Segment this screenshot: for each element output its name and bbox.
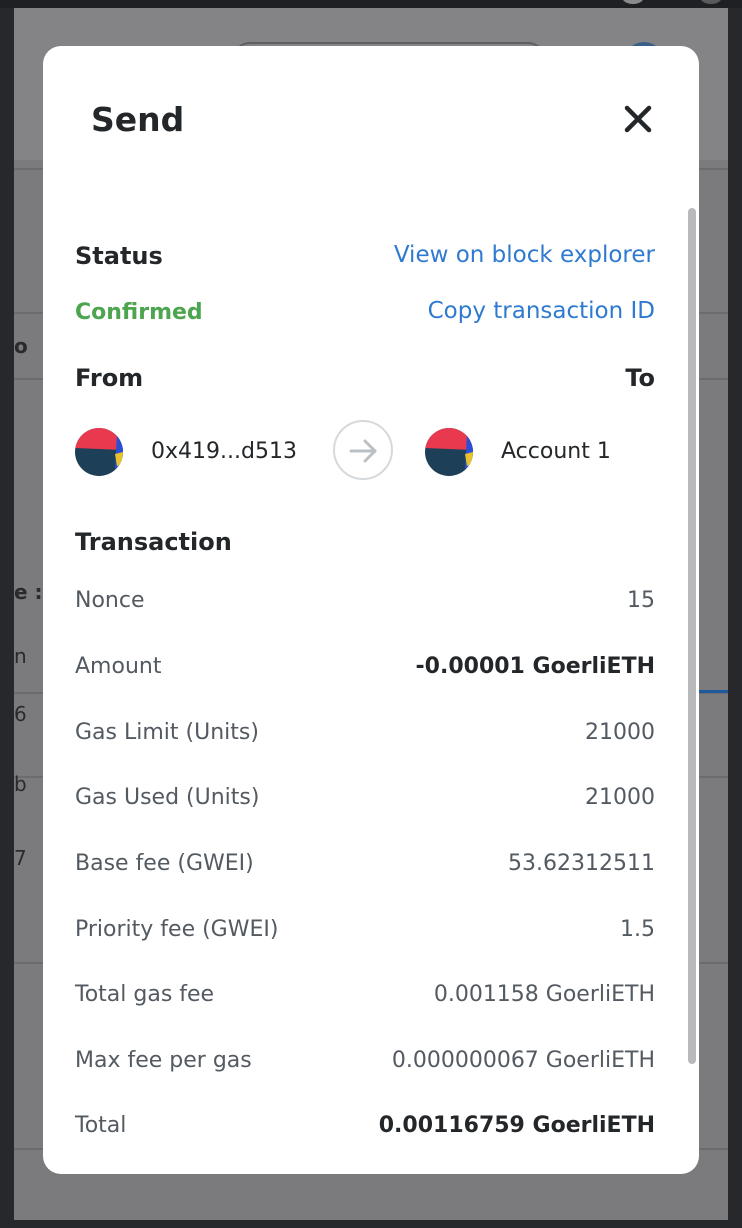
detail-key: Gas Used (Units)	[75, 785, 260, 810]
detail-value: 0.00116759 GoerliETH	[378, 1113, 655, 1138]
from-address: 0x419...d513	[151, 439, 297, 464]
detail-value: 21000	[585, 785, 655, 810]
arrow-right-icon	[333, 420, 393, 480]
background-text-fragment: 6	[14, 702, 27, 726]
modal-scrollbar[interactable]	[688, 208, 696, 1064]
detail-row-gas-limit: Gas Limit (Units) 21000	[75, 720, 655, 750]
detail-row-total: Total 0.00116759 GoerliETH	[75, 1113, 655, 1143]
detail-key: Base fee (GWEI)	[75, 851, 254, 876]
view-on-block-explorer-link[interactable]: View on block explorer	[394, 242, 655, 268]
to-account-name: Account 1	[501, 439, 611, 464]
detail-row-priority-fee: Priority fee (GWEI) 1.5	[75, 917, 655, 947]
background-text-fragment: b	[14, 772, 27, 796]
status-value: Confirmed	[75, 300, 203, 325]
detail-row-max-fee-per-gas: Max fee per gas 0.000000067 GoerliETH	[75, 1048, 655, 1078]
transaction-label: Transaction	[75, 528, 232, 556]
detail-value: 0.000000067 GoerliETH	[391, 1048, 655, 1073]
detail-key: Amount	[75, 654, 162, 679]
detail-value: 21000	[585, 720, 655, 745]
detail-value: -0.00001 GoerliETH	[415, 654, 655, 679]
detail-value: 15	[627, 588, 655, 613]
detail-key: Max fee per gas	[75, 1048, 252, 1073]
modal-title: Send	[91, 100, 185, 139]
close-icon[interactable]	[621, 102, 655, 136]
background-text-fragment: e :	[14, 580, 43, 604]
copy-transaction-id-link[interactable]: Copy transaction ID	[428, 298, 655, 324]
detail-value: 0.001158 GoerliETH	[433, 982, 655, 1007]
detail-row-nonce: Nonce 15	[75, 588, 655, 618]
from-avatar	[75, 428, 123, 476]
to-avatar	[425, 428, 473, 476]
detail-value: 1.5	[620, 917, 655, 942]
detail-row-gas-used: Gas Used (Units) 21000	[75, 785, 655, 815]
from-label: From	[75, 364, 144, 392]
detail-row-amount: Amount -0.00001 GoerliETH	[75, 654, 655, 684]
status-label: Status	[75, 242, 163, 270]
background-text-fragment: 7	[14, 846, 27, 870]
detail-row-total-gas-fee: Total gas fee 0.001158 GoerliETH	[75, 982, 655, 1012]
background-text-fragment: o	[14, 334, 28, 358]
transaction-details-modal: Send Status View on block explorer Confi…	[43, 46, 699, 1174]
detail-key: Gas Limit (Units)	[75, 720, 259, 745]
detail-value: 53.62312511	[508, 851, 655, 876]
detail-key: Nonce	[75, 588, 145, 613]
detail-row-base-fee: Base fee (GWEI) 53.62312511	[75, 851, 655, 881]
detail-key: Total	[75, 1113, 127, 1138]
background-tab-indicator	[698, 690, 728, 693]
detail-key: Priority fee (GWEI)	[75, 917, 279, 942]
background-text-fragment: n	[14, 644, 27, 668]
to-label: To	[625, 364, 655, 392]
detail-key: Total gas fee	[75, 982, 215, 1007]
